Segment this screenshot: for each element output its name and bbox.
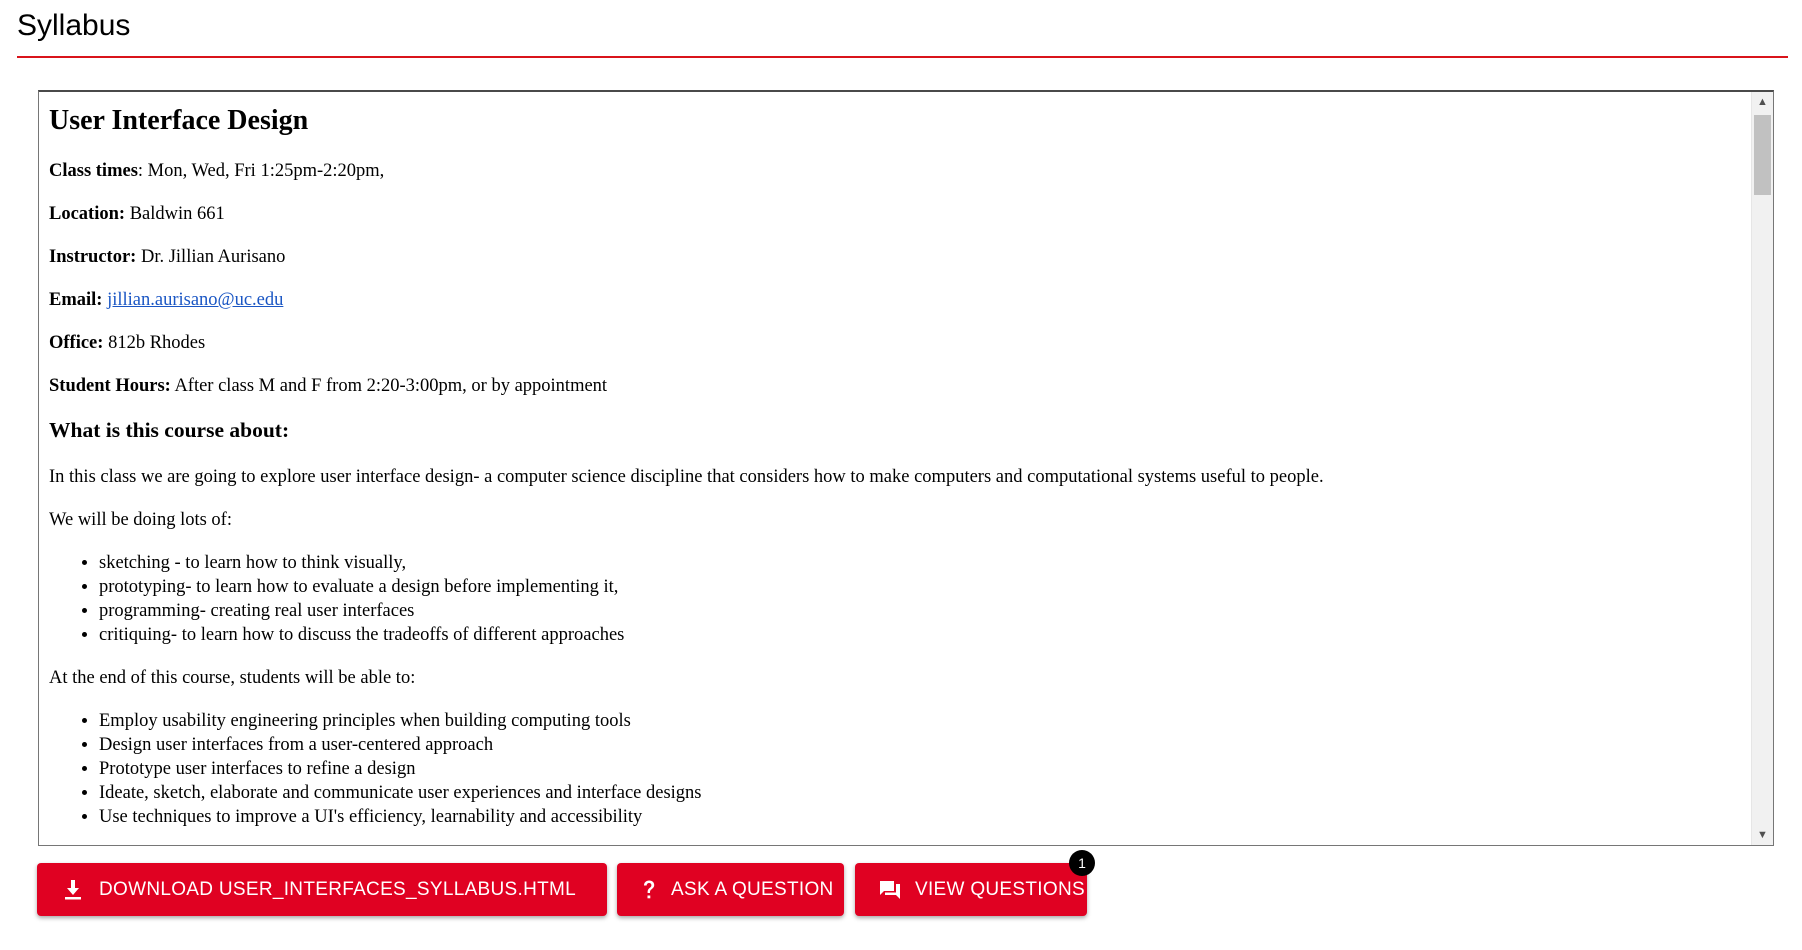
list-item: Use techniques to improve a UI's efficie… xyxy=(99,805,1741,829)
forum-icon xyxy=(879,878,901,902)
download-icon xyxy=(61,878,85,902)
info-label: Student Hours: xyxy=(49,376,171,396)
download-syllabus-button[interactable]: DOWNLOAD USER_INTERFACES_SYLLABUS.HTML xyxy=(37,863,607,916)
info-label: Instructor: xyxy=(49,247,137,267)
outcomes-list: Employ usability engineering principles … xyxy=(49,709,1741,829)
about-text: In this class we are going to explore us… xyxy=(49,467,1324,487)
info-class-times: Class times: Mon, Wed, Fri 1:25pm-2:20pm… xyxy=(49,159,1741,183)
email-link[interactable]: jillian.aurisano@uc.edu xyxy=(107,290,283,310)
syllabus-title: User Interface Design xyxy=(49,105,309,136)
info-student-hours: Student Hours: After class M and F from … xyxy=(49,374,1741,398)
info-instructor: Instructor: Dr. Jillian Aurisano xyxy=(49,245,1741,269)
question-mark-icon xyxy=(641,878,657,902)
info-value: Baldwin 661 xyxy=(129,204,225,224)
list-item: critiquing- to learn how to discuss the … xyxy=(99,623,1741,647)
info-office: Office: 812b Rhodes xyxy=(49,331,1741,355)
view-questions-button[interactable]: VIEW QUESTIONS xyxy=(855,863,1087,916)
ask-question-button[interactable]: ASK A QUESTION xyxy=(617,863,844,916)
vertical-scrollbar[interactable]: ▲ ▼ xyxy=(1751,92,1773,845)
doing-intro: We will be doing lots of: xyxy=(49,510,232,530)
view-button-label: VIEW QUESTIONS xyxy=(915,878,1085,900)
info-separator: : xyxy=(137,161,148,181)
download-button-label: DOWNLOAD USER_INTERFACES_SYLLABUS.HTML xyxy=(99,878,577,900)
info-label: Email: xyxy=(49,290,103,310)
scroll-down-arrow-icon[interactable]: ▼ xyxy=(1752,825,1773,845)
ask-button-label: ASK A QUESTION xyxy=(671,878,834,900)
page-title: Syllabus xyxy=(17,9,131,42)
outcomes-intro: At the end of this course, students will… xyxy=(49,668,416,688)
list-item: Prototype user interfaces to refine a de… xyxy=(99,757,1741,781)
questions-count-badge: 1 xyxy=(1069,850,1095,876)
info-value: Dr. Jillian Aurisano xyxy=(140,247,286,267)
syllabus-document: User Interface Design Class times: Mon, … xyxy=(39,92,1751,845)
info-value: 812b Rhodes xyxy=(108,333,206,353)
scroll-up-arrow-icon[interactable]: ▲ xyxy=(1752,92,1773,112)
info-value: After class M and F from 2:20-3:00pm, or… xyxy=(174,376,608,396)
page-header: Syllabus xyxy=(17,0,1788,58)
list-item: programming- creating real user interfac… xyxy=(99,599,1741,623)
about-heading: What is this course about: xyxy=(49,418,290,442)
list-item: Design user interfaces from a user-cente… xyxy=(99,733,1741,757)
info-email: Email: jillian.aurisano@uc.edu xyxy=(49,288,1741,312)
list-item: Ideate, sketch, elaborate and communicat… xyxy=(99,781,1741,805)
info-label: Class times xyxy=(49,161,138,181)
info-label: Location: xyxy=(49,204,126,224)
scroll-thumb[interactable] xyxy=(1754,115,1771,195)
info-value: Mon, Wed, Fri 1:25pm-2:20pm, xyxy=(147,161,385,181)
info-location: Location: Baldwin 661 xyxy=(49,202,1741,226)
doing-list: sketching - to learn how to think visual… xyxy=(49,551,1741,647)
list-item: sketching - to learn how to think visual… xyxy=(99,551,1741,575)
syllabus-frame[interactable]: User Interface Design Class times: Mon, … xyxy=(38,90,1774,846)
list-item: prototyping- to learn how to evaluate a … xyxy=(99,575,1741,599)
list-item: Employ usability engineering principles … xyxy=(99,709,1741,733)
info-label: Office: xyxy=(49,333,104,353)
